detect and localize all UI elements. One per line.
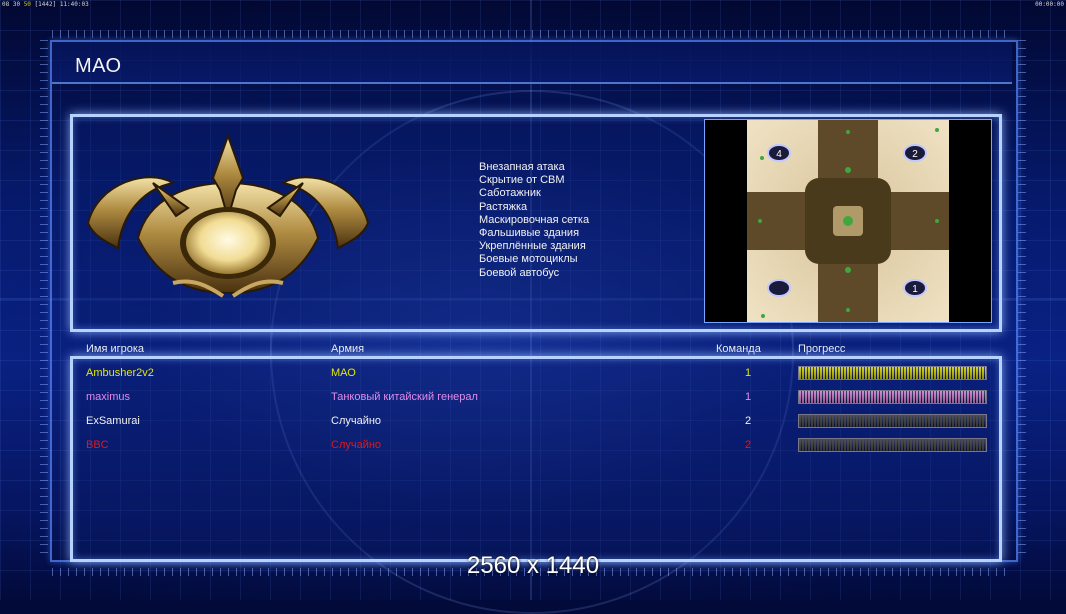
- player-row: maximus Танковый китайский генерал 1: [0, 388, 1066, 408]
- status-prefix: 08 30: [2, 1, 21, 8]
- status-readout-right: 00:00:00: [1035, 1, 1064, 8]
- player-name: maximus: [86, 391, 131, 403]
- player-row: ExSamurai Случайно 2: [0, 412, 1066, 432]
- player-progress-fill: [799, 391, 986, 403]
- start-position-label: 2: [912, 149, 918, 160]
- column-header-progress: Прогресс: [798, 343, 846, 355]
- column-header-army: Армия: [331, 343, 365, 355]
- column-header-player-name: Имя игрока: [86, 343, 145, 355]
- status-fps: 50: [23, 1, 31, 8]
- feature-item: Маскировочная сетка: [479, 213, 590, 226]
- feature-item: Растяжка: [479, 200, 528, 213]
- player-progress-fill: [799, 415, 986, 427]
- player-name: BBC: [86, 439, 109, 451]
- faction-features-list: Внезапная атака Скрытие от СВМ Саботажни…: [479, 161, 589, 280]
- title-bar: [52, 42, 1012, 84]
- start-position-label: 4: [776, 149, 782, 160]
- resolution-overlay-label: 2560 x 1440: [466, 552, 600, 579]
- feature-item: Скрытие от СВМ: [479, 174, 565, 187]
- ruler-left: [40, 40, 48, 560]
- player-progress-bar: [798, 414, 987, 428]
- status-suffix: [1442] 11:40:03: [34, 1, 89, 8]
- player-progress-fill: [799, 367, 986, 379]
- player-team: 1: [745, 391, 752, 403]
- start-position-marker: [767, 279, 791, 297]
- player-army: Танковый китайский генерал: [331, 391, 478, 403]
- player-army: МАО: [331, 367, 356, 379]
- player-army: Случайно: [331, 439, 382, 451]
- feature-item: Боевые мотоциклы: [479, 253, 578, 266]
- start-position-marker: 4: [767, 144, 791, 162]
- map-preview-image: 4 2 1: [705, 120, 991, 322]
- player-progress-bar: [798, 366, 987, 380]
- player-team: 2: [745, 415, 752, 427]
- player-name: Ambusher2v2: [86, 367, 154, 379]
- player-row: BBC Случайно 2: [0, 436, 1066, 456]
- column-header-team: Команда: [716, 343, 761, 355]
- faction-emblem-logo: [86, 133, 370, 298]
- ruler-right: [1018, 40, 1026, 560]
- feature-item: Внезапная атака: [479, 161, 565, 173]
- start-position-marker: 1: [903, 279, 927, 297]
- player-progress-fill: [799, 439, 986, 451]
- player-progress-bar: [798, 438, 987, 452]
- player-row: Ambusher2v2 МАО 1: [0, 364, 1066, 384]
- player-progress-bar: [798, 390, 987, 404]
- start-position-marker: 2: [903, 144, 927, 162]
- feature-item: Укреплённые здания: [479, 240, 586, 253]
- player-army: Случайно: [331, 415, 382, 427]
- player-name: ExSamurai: [86, 415, 140, 427]
- map-preview: 4 2 1: [704, 119, 992, 323]
- player-team: 2: [745, 439, 752, 451]
- player-team: 1: [745, 367, 752, 379]
- start-position-label: 1: [912, 284, 918, 295]
- ruler-top: [52, 30, 1012, 38]
- players-table-panel: [70, 356, 1002, 562]
- feature-item: Саботажник: [479, 187, 541, 200]
- page-title: МАО: [75, 55, 122, 77]
- status-readout-left: 08 30 50 [1442] 11:40:03: [2, 1, 89, 8]
- feature-item: Боевой автобус: [479, 266, 560, 279]
- feature-item: Фальшивые здания: [479, 227, 580, 240]
